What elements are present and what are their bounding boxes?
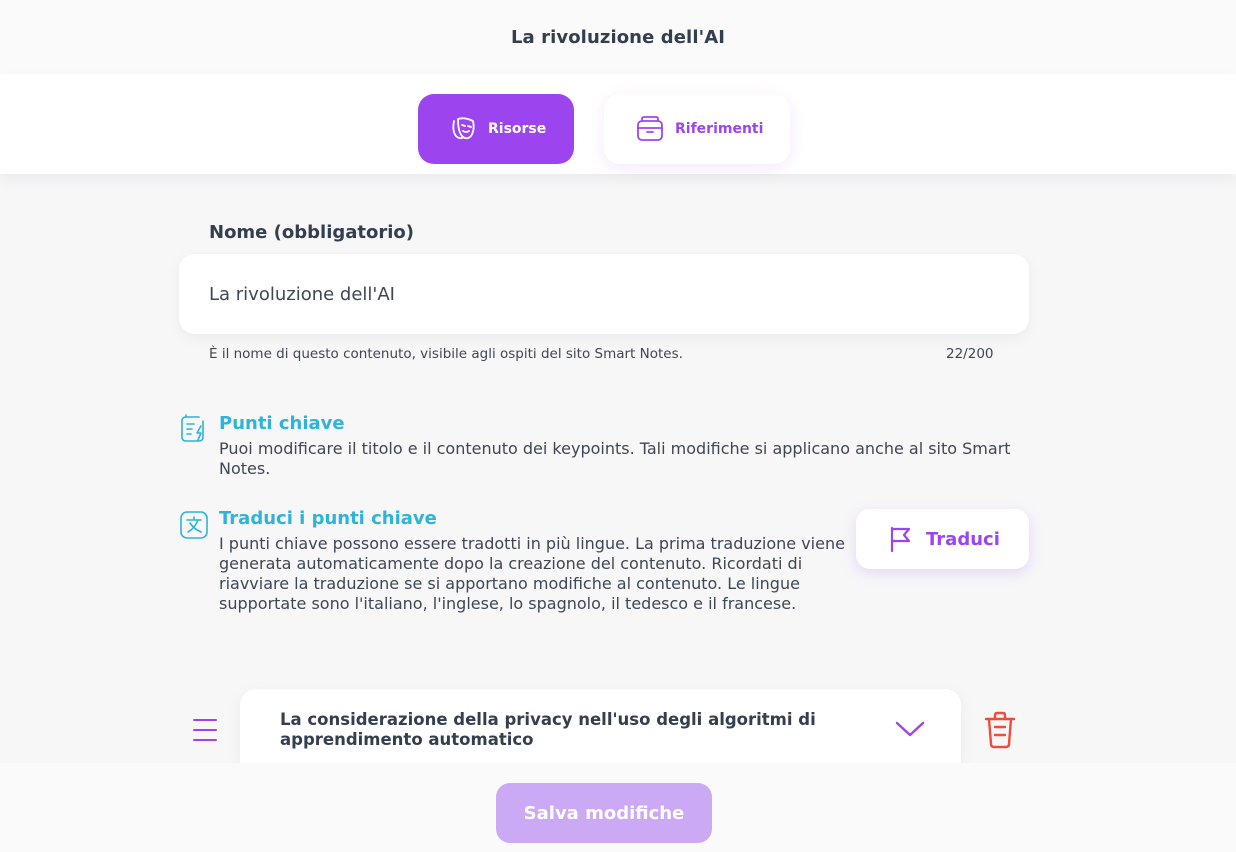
trash-icon[interactable] (982, 711, 1018, 749)
bottom-action-bar: Salva modifiche (0, 763, 1236, 852)
character-counter: 22/200 (946, 346, 994, 362)
tab-risorse[interactable]: Risorse (418, 94, 574, 164)
flag-icon (888, 526, 914, 552)
section-title: Traduci i punti chiave (219, 508, 437, 529)
name-field-label: Nome (obbligatorio) (209, 222, 415, 243)
theater-masks-icon (448, 114, 478, 144)
tab-label: Risorse (488, 121, 547, 137)
section-description: I punti chiave possono essere tradotti i… (219, 534, 845, 613)
translate-icon (179, 509, 209, 539)
name-field-hint: È il nome di questo contenuto, visibile … (209, 346, 683, 362)
save-button[interactable]: Salva modifiche (496, 783, 712, 843)
section-title: Punti chiave (219, 413, 345, 434)
translate-button[interactable]: Traduci (856, 509, 1029, 569)
top-header: La rivoluzione dell'AI (0, 0, 1236, 74)
document-lightning-icon (179, 414, 209, 444)
folder-icon (635, 114, 665, 144)
section-description: Puoi modificare il titolo e il contenuto… (219, 439, 1011, 478)
keypoint-title: La considerazione della privacy nell'uso… (280, 710, 816, 749)
translate-button-label: Traduci (926, 528, 1000, 550)
drag-handle-icon[interactable] (192, 717, 218, 743)
chevron-down-icon[interactable] (894, 717, 926, 741)
tab-bar: Risorse Riferimenti (0, 74, 1236, 174)
tab-riferimenti[interactable]: Riferimenti (604, 94, 790, 164)
tab-label: Riferimenti (675, 121, 764, 137)
page-title: La rivoluzione dell'AI (510, 26, 726, 48)
name-input[interactable] (179, 254, 1029, 334)
